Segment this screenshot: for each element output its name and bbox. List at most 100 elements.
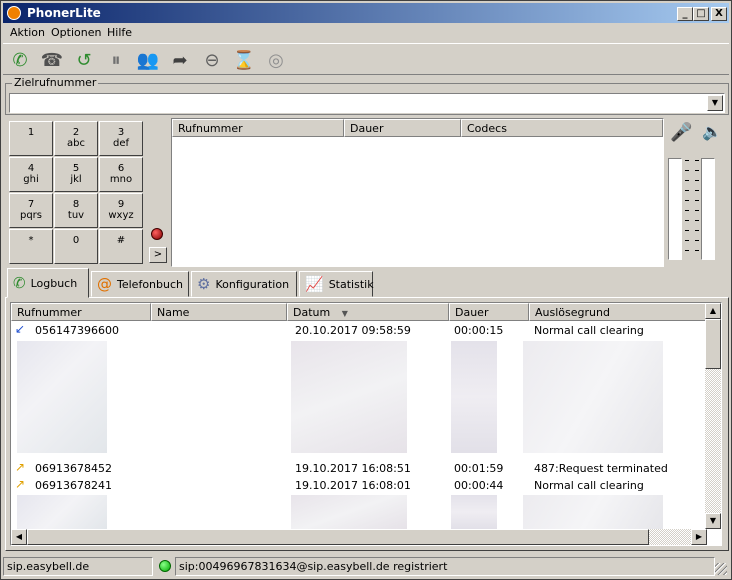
microphone-mute-icon[interactable]: 🎤 (670, 122, 692, 143)
key-2[interactable]: 2 abc (54, 121, 98, 156)
close-button[interactable]: X (711, 7, 727, 21)
scroll-down-button[interactable]: ▼ (705, 513, 721, 529)
redacted-block (523, 495, 663, 529)
key-digit: 4 (27, 163, 35, 174)
transfer-button[interactable]: ➦ (167, 48, 193, 72)
key-0[interactable]: 0 (54, 229, 98, 264)
row-date: 20.10.2017 09:58:59 (295, 324, 411, 337)
registration-status: sip:00496967831634@sip.easybell.de regis… (175, 557, 715, 576)
row-duration: 00:00:15 (454, 324, 504, 337)
key-5[interactable]: 5 jkl (54, 157, 98, 192)
redacted-block (291, 341, 407, 453)
phonebook-icon: @ (97, 275, 112, 293)
tab-label: Logbuch (30, 276, 78, 290)
scroll-left-button[interactable]: ◀ (11, 529, 27, 545)
title-bar[interactable]: PhonerLite _ □ X (3, 3, 729, 23)
row-date: 19.10.2017 16:08:51 (295, 462, 411, 475)
column-header-ausloesegrund[interactable]: Auslösegrund (529, 303, 707, 321)
redacted-block (451, 341, 497, 453)
active-calls-grid[interactable]: Rufnummer Dauer Codecs (171, 118, 664, 267)
table-row[interactable]: ↗ 06913678452 19.10.2017 16:08:51 00:01:… (11, 460, 707, 477)
key-digit: 0 (72, 235, 80, 246)
microphone-level-meter[interactable] (668, 158, 682, 260)
vertical-scroll-thumb[interactable] (705, 319, 721, 369)
menu-optionen[interactable]: Optionen (51, 26, 101, 39)
phone-log-icon: ✆ (13, 274, 26, 292)
incoming-call-icon: ↙ (15, 322, 26, 336)
key-digit: 7 (27, 199, 35, 210)
tab-telefonbuch[interactable]: @ Telefonbuch (91, 271, 189, 297)
redial-button[interactable]: ↺ (71, 48, 97, 72)
column-header-dauer[interactable]: Dauer (449, 303, 529, 321)
table-row[interactable]: ↙ 056147396600 20.10.2017 09:58:59 00:00… (11, 322, 707, 339)
horizontal-scroll-thumb[interactable] (27, 529, 649, 545)
table-row[interactable]: ↗ 06913678241 19.10.2017 16:08:01 00:00:… (11, 477, 707, 494)
column-header-rufnummer[interactable]: Rufnummer (172, 119, 344, 137)
menu-bar: Aktion Optionen Hilfe (3, 24, 729, 42)
menu-aktion[interactable]: Aktion (10, 26, 45, 39)
dial-button[interactable]: ✆ (7, 48, 33, 72)
redacted-block (451, 495, 497, 529)
mic-meter-ticks (685, 160, 689, 258)
key-8[interactable]: 8 tuv (54, 193, 98, 228)
key-digit: 6 (117, 163, 125, 174)
target-number-input[interactable]: ▼ (9, 93, 725, 113)
key-6[interactable]: 6 mno (99, 157, 143, 192)
key-1[interactable]: 1 (9, 121, 53, 156)
status-led-red (151, 228, 163, 240)
tab-label: Konfiguration (215, 277, 290, 291)
callback-timer-icon: ⌛ (232, 49, 256, 71)
column-header-datum[interactable]: Datum ▼ (287, 303, 449, 321)
audio-controls: 🎤 🔈 (666, 118, 729, 267)
key-hash[interactable]: # (99, 229, 143, 264)
column-header-dauer[interactable]: Dauer (344, 119, 461, 137)
key-9[interactable]: 9 wxyz (99, 193, 143, 228)
key-star[interactable]: * (9, 229, 53, 264)
scroll-up-button[interactable]: ▲ (705, 303, 721, 319)
video-button[interactable]: ◎ (263, 48, 289, 72)
dnd-button[interactable]: ⊖ (199, 48, 225, 72)
tab-konfiguration[interactable]: ⚙ Konfiguration (191, 271, 297, 297)
speaker-level-meter[interactable] (701, 158, 715, 260)
hangup-icon: ☎ (40, 49, 64, 71)
speaker-mute-icon[interactable]: 🔈 (702, 122, 722, 141)
column-header-rufnummer[interactable]: Rufnummer (11, 303, 151, 321)
column-header-name[interactable]: Name (151, 303, 287, 321)
conference-button[interactable]: 👥 (135, 48, 161, 72)
key-letters: tuv (67, 210, 85, 221)
maximize-button[interactable]: □ (693, 7, 709, 21)
redacted-block (17, 341, 107, 453)
row-reason: Normal call clearing (534, 324, 644, 337)
redial-icon: ↺ (76, 49, 92, 71)
call-log-grid[interactable]: Rufnummer Name Datum ▼ Dauer Auslösegrun… (10, 302, 722, 546)
callback-button[interactable]: ⌛ (231, 48, 257, 72)
redacted-block (17, 495, 107, 529)
scroll-right-button[interactable]: ▶ (691, 529, 707, 545)
tab-statistik[interactable]: 📈 Statistik (299, 271, 374, 297)
vertical-scrollbar[interactable]: ▲ ▼ (705, 303, 721, 529)
key-7[interactable]: 7 pqrs (9, 193, 53, 228)
horizontal-scrollbar[interactable]: ◀ ▶ (11, 529, 707, 545)
more-button[interactable]: > (149, 247, 167, 263)
column-header-codecs[interactable]: Codecs (461, 119, 663, 137)
tab-logbuch[interactable]: ✆ Logbuch (7, 268, 89, 298)
outgoing-call-icon: ↗ (15, 477, 26, 491)
menu-hilfe[interactable]: Hilfe (107, 26, 132, 39)
tab-label: Statistik (328, 277, 374, 291)
tab-bar: ✆ Logbuch @ Telefonbuch ⚙ Konfiguration … (5, 267, 729, 299)
resize-grip[interactable] (715, 563, 727, 575)
target-number-group: Zielrufnummer ▼ (5, 76, 729, 115)
server-status: sip.easybell.de (3, 557, 153, 576)
key-3[interactable]: 3 def (99, 121, 143, 156)
speaker-meter-ticks (695, 160, 699, 258)
logbook-panel: Rufnummer Name Datum ▼ Dauer Auslösegrun… (5, 297, 729, 551)
hold-button[interactable]: ⏸ (103, 48, 129, 72)
hold-icon: ⏸ (111, 49, 121, 71)
hangup-button[interactable]: ☎ (39, 48, 65, 72)
key-digit: 3 (117, 127, 125, 138)
minimize-button[interactable]: _ (677, 7, 693, 21)
chevron-down-icon[interactable]: ▼ (707, 95, 723, 111)
status-bar: sip.easybell.de sip:00496967831634@sip.e… (3, 555, 729, 577)
key-digit: 1 (27, 127, 35, 138)
key-4[interactable]: 4 ghi (9, 157, 53, 192)
